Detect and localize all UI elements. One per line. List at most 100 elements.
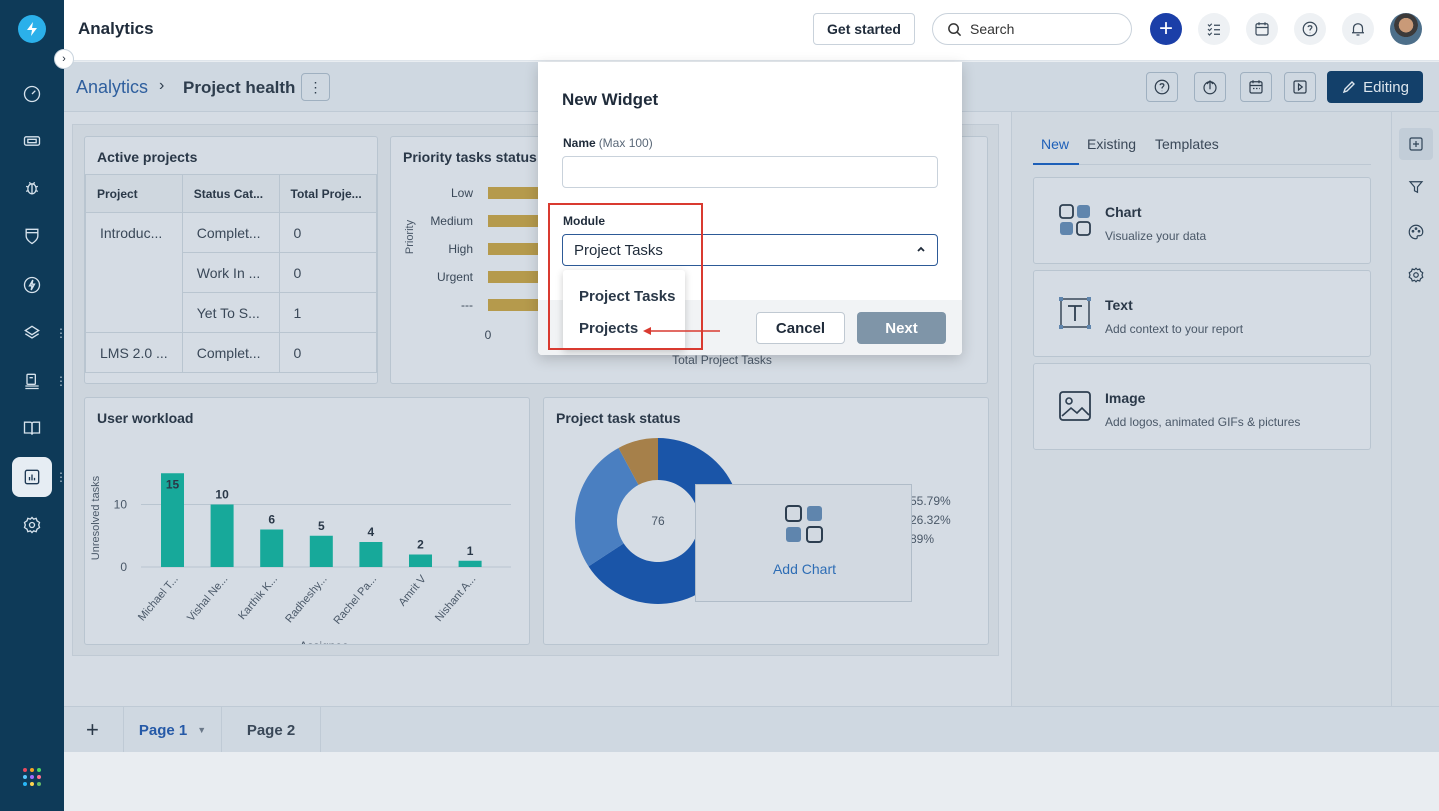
chevron-up-icon [915, 243, 927, 258]
table-cell: 0 [278, 332, 377, 373]
page-tab-label: Page 1 [138, 721, 188, 739]
cancel-button[interactable]: Cancel [756, 312, 845, 344]
new-widget-dialog: New Widget Name (Max 100) Module Project … [538, 62, 962, 355]
expand-sidebar-icon[interactable]: › [54, 49, 74, 69]
bar-value-label: 6 [268, 513, 275, 527]
palette-icon[interactable] [1404, 220, 1428, 244]
active-projects-widget[interactable]: Active projects Project Status Cat... To… [84, 136, 378, 384]
app-switcher-icon[interactable] [23, 768, 41, 786]
tab-templates[interactable]: Templates [1155, 136, 1219, 152]
search-input[interactable]: Search [932, 13, 1132, 45]
table-cell: 0 [278, 252, 377, 293]
share-icon[interactable] [1194, 72, 1226, 102]
editing-label: Editing [1363, 78, 1409, 96]
widget-title: Project task status [556, 410, 681, 426]
module-selected-value: Project Tasks [574, 241, 663, 259]
category-label: High [448, 242, 473, 256]
bar-value-label: 15 [166, 477, 180, 491]
help-icon[interactable] [1294, 13, 1326, 45]
name-label-hint: (Max 100) [598, 136, 653, 150]
report-more-button[interactable]: ⋮ [301, 73, 330, 101]
top-bar: Analytics Get started Search + [64, 0, 1439, 61]
get-started-button[interactable]: Get started [813, 13, 915, 45]
table-cell: Yet To S... [181, 292, 280, 333]
bug-icon[interactable] [20, 176, 44, 200]
notification-bell-icon[interactable] [1342, 13, 1374, 45]
page-menu-chevron-icon[interactable]: ▼ [197, 725, 206, 735]
lightning-icon[interactable] [20, 273, 44, 297]
filter-icon[interactable] [1404, 175, 1428, 199]
active-tab-indicator [1033, 163, 1079, 165]
module-select[interactable]: Project Tasks [562, 234, 938, 266]
category-label: Nishant A... [433, 573, 478, 624]
category-label: Michael T... [136, 573, 181, 623]
tab-new[interactable]: New [1041, 136, 1069, 152]
image-widget-option[interactable]: Image Add logos, animated GIFs & picture… [1033, 363, 1371, 450]
table-cell: Work In ... [181, 252, 280, 293]
add-page-button[interactable]: + [86, 717, 99, 743]
module-option-project-tasks[interactable]: Project Tasks [579, 288, 675, 305]
bar-value-label: 2 [417, 538, 424, 552]
category-label: Vishal Ne... [185, 573, 230, 624]
y-axis-label: Unresolved tasks [90, 475, 102, 560]
user-workload-widget[interactable]: User workload 0 10 Unresolved tasks 15 Micha… [84, 397, 530, 645]
category-label: Medium [430, 214, 473, 228]
workload-bar [359, 542, 383, 567]
search-placeholder: Search [970, 21, 1015, 37]
create-button[interactable]: + [1150, 13, 1182, 45]
analytics-icon[interactable] [20, 465, 44, 489]
annotation-arrow-icon [643, 327, 720, 335]
category-label: Urgent [437, 270, 474, 284]
tab-page-2[interactable]: Page 2 [221, 707, 321, 753]
active-projects-table: Project Status Cat... Total Proje... Int… [85, 174, 377, 373]
checklist-icon[interactable] [1198, 13, 1230, 45]
add-chart-placeholder[interactable]: Add Chart [695, 484, 912, 602]
category-label: Amrit V [396, 573, 429, 609]
widget-title: Active projects [97, 149, 198, 165]
ticket-icon[interactable] [20, 129, 44, 153]
user-avatar[interactable] [1390, 13, 1422, 45]
tab-page-1[interactable]: Page 1 ▼ [123, 707, 221, 753]
book-icon[interactable] [20, 416, 44, 440]
editing-button[interactable]: Editing [1327, 71, 1423, 103]
project-task-status-widget[interactable]: Project task status 76 55.79% 26.32% 89% Ad… [543, 397, 989, 645]
add-chart-label: Add Chart [772, 561, 837, 577]
breadcrumb-analytics-link[interactable]: Analytics [76, 77, 148, 98]
search-icon [948, 22, 962, 36]
next-button[interactable]: Next [857, 312, 946, 344]
workload-bar [458, 560, 482, 567]
widget-title: Priority tasks status [403, 149, 537, 165]
bar-value-label: 1 [467, 544, 474, 558]
toolbar-help-icon[interactable] [1146, 72, 1178, 102]
name-field-label: Name (Max 100) [563, 136, 653, 150]
settings-icon[interactable] [20, 513, 44, 537]
column-header: Total Proje... [278, 174, 377, 213]
widget-settings-icon[interactable] [1404, 263, 1428, 287]
category-label: Karthik K... [236, 573, 280, 622]
present-icon[interactable] [1284, 72, 1316, 102]
legend-percent-label: 89% [910, 532, 934, 546]
chart-widget-option[interactable]: Chart Visualize your data [1033, 177, 1371, 264]
dashboard-icon[interactable] [20, 82, 44, 106]
layers-icon[interactable] [20, 321, 44, 345]
module-field-label: Module [563, 214, 605, 228]
app-logo-icon[interactable] [18, 15, 46, 43]
column-header: Project [85, 174, 183, 213]
name-field[interactable] [562, 156, 938, 188]
tab-existing[interactable]: Existing [1087, 136, 1136, 152]
table-row: LMS 2.0 ... Complet... 0 [85, 332, 377, 373]
text-widget-option[interactable]: Text Add context to your report [1033, 270, 1371, 357]
shield-icon[interactable] [20, 224, 44, 248]
release-icon[interactable] [20, 369, 44, 393]
module-option-projects[interactable]: Projects [579, 320, 638, 337]
app-sidebar: ⋮ ⋮ ⋮ [0, 0, 67, 811]
schedule-icon[interactable] [1240, 72, 1272, 102]
add-widget-icon[interactable] [1404, 132, 1428, 156]
x-axis-label: Assignee [299, 639, 349, 644]
text-widget-icon [1059, 297, 1091, 329]
table-row: Introduc... Complet... 0 [85, 212, 377, 333]
y-tick-label: 0 [120, 560, 127, 574]
calendar-icon[interactable] [1246, 13, 1278, 45]
table-cell: Complet... [181, 212, 280, 253]
dialog-title: New Widget [562, 90, 659, 109]
